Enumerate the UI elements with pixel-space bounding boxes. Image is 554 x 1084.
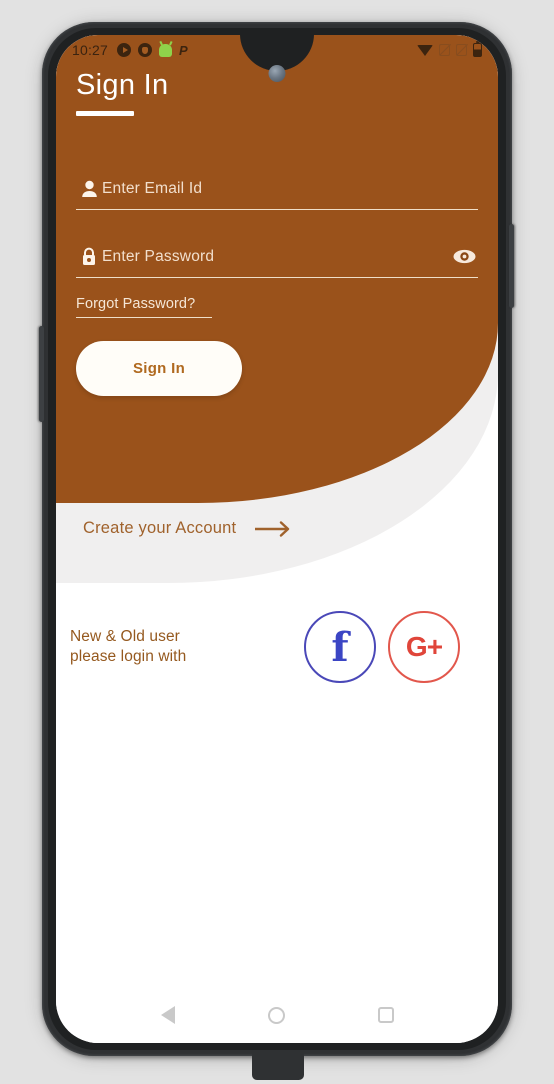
sim2-off-icon: [456, 44, 467, 56]
facebook-login-button[interactable]: f: [304, 611, 376, 683]
password-field[interactable]: Enter Password: [76, 236, 478, 278]
forgot-password-link[interactable]: Forgot Password?: [76, 296, 212, 319]
back-icon[interactable]: [160, 1006, 175, 1024]
sim1-off-icon: [439, 44, 450, 56]
status-system-icons: [417, 43, 482, 57]
android-nav-bar: [56, 987, 498, 1043]
create-account-link[interactable]: Create your Account: [83, 519, 296, 538]
eye-icon[interactable]: [453, 249, 476, 264]
p-app-icon: P: [179, 42, 188, 58]
android-icon: [159, 43, 173, 57]
person-icon: [76, 180, 102, 198]
social-login-section: New & Old user please login with f G+: [56, 611, 498, 683]
status-time: 10:27: [72, 42, 109, 58]
page-title: Sign In: [76, 69, 169, 101]
home-icon[interactable]: [267, 1006, 285, 1024]
screenshot-stage: 10:27 P Sign In Enter Email Id Enter Pas…: [0, 0, 554, 1084]
signin-button[interactable]: Sign In: [76, 341, 242, 397]
email-placeholder: Enter Email Id: [102, 179, 203, 197]
power-button[interactable]: [509, 224, 514, 308]
play-badge-icon: [117, 43, 132, 57]
forgot-password-underline: [76, 317, 212, 319]
social-prompt-line2: please login with: [70, 648, 187, 665]
page-title-wrap: Sign In: [76, 71, 498, 116]
social-buttons: f G+: [304, 611, 460, 683]
front-camera-icon: [268, 65, 286, 82]
phone-stand-nub: [252, 1050, 304, 1080]
google-plus-login-button[interactable]: G+: [388, 611, 460, 683]
wifi-icon: [417, 44, 433, 56]
google-plus-icon: G+: [405, 631, 443, 662]
volume-button[interactable]: [39, 326, 44, 422]
create-account-label: Create your Account: [83, 519, 237, 537]
password-placeholder: Enter Password: [102, 247, 215, 265]
signin-button-label: Sign In: [132, 360, 186, 378]
shield-badge-icon: [138, 43, 153, 57]
signin-form: Sign In Enter Email Id Enter Password Fo…: [56, 35, 498, 397]
battery-icon: [473, 43, 482, 57]
forgot-password-label: Forgot Password?: [76, 296, 196, 312]
social-prompt-line1: New & Old user: [70, 627, 180, 645]
email-field[interactable]: Enter Email Id: [76, 168, 478, 210]
lock-icon: [76, 247, 102, 266]
page-title-underline: [76, 111, 134, 116]
arrow-right-icon: [255, 520, 290, 537]
recents-icon[interactable]: [377, 1007, 394, 1023]
facebook-icon: f: [331, 624, 349, 671]
phone-screen: 10:27 P Sign In Enter Email Id Enter Pas…: [56, 35, 498, 1043]
status-notification-icons: P: [117, 43, 188, 57]
social-login-prompt: New & Old user please login with: [70, 627, 186, 668]
